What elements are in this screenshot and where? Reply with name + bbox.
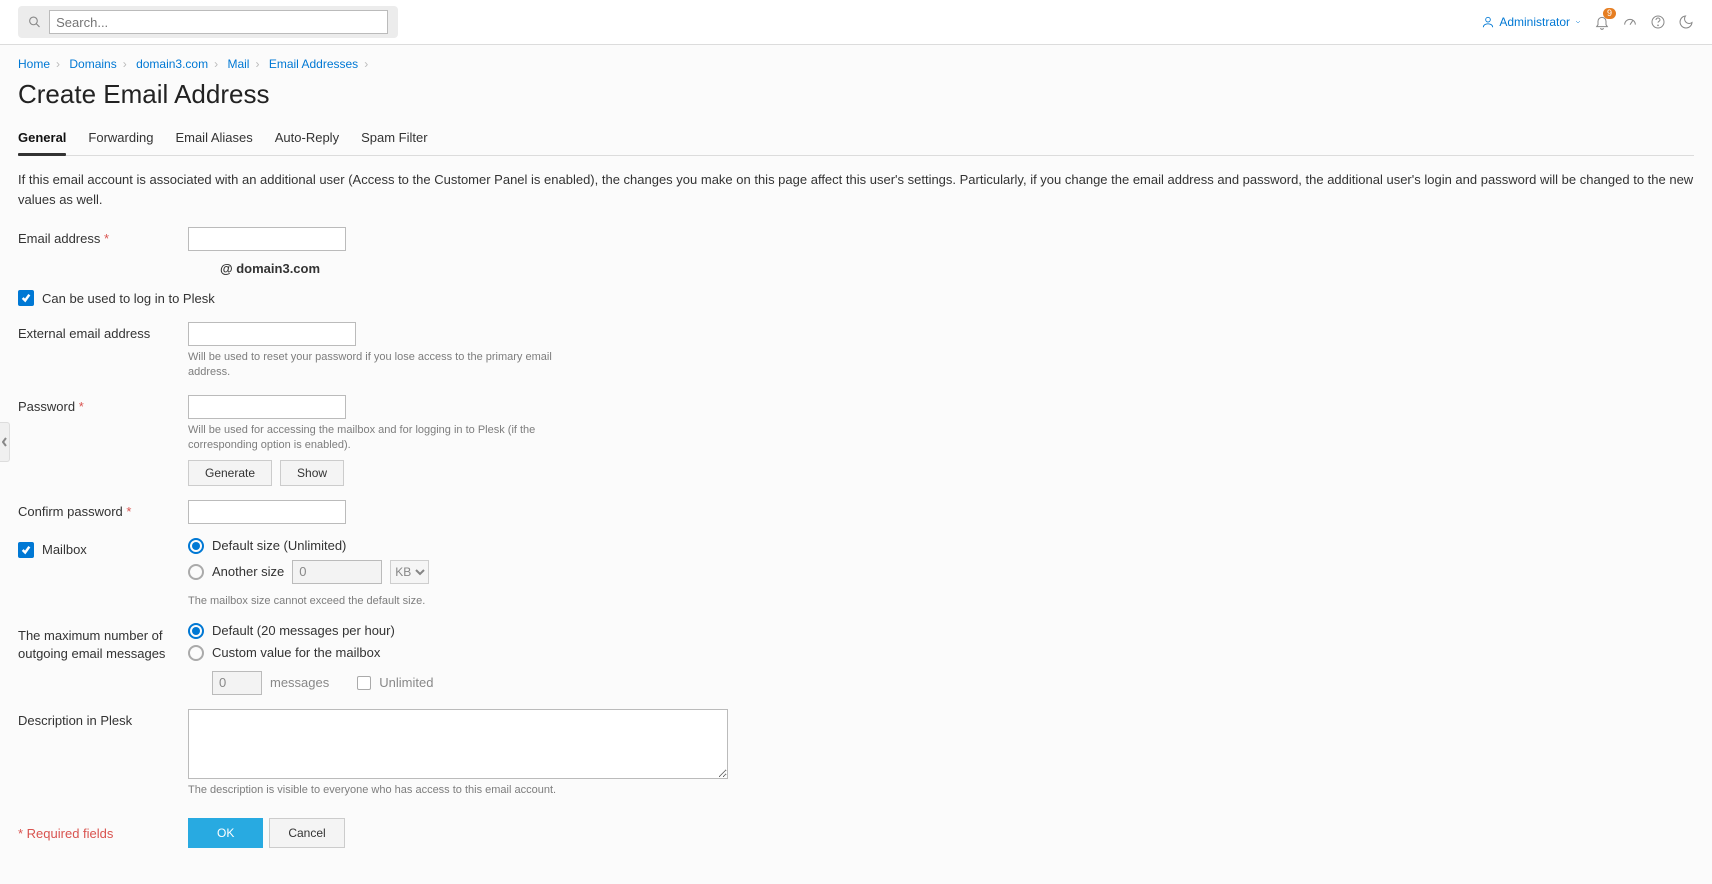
description-hint: The description is visible to everyone w… (188, 783, 568, 798)
mailbox-another-radio[interactable] (188, 564, 204, 580)
check-icon (21, 545, 31, 555)
row-description: Description in Plesk The description is … (18, 709, 1694, 798)
breadcrumb-domain[interactable]: domain3.com (136, 57, 208, 71)
mailbox-another-label: Another size (212, 564, 284, 579)
generate-button[interactable]: Generate (188, 460, 272, 486)
tabs: General Forwarding Email Aliases Auto-Re… (18, 124, 1694, 156)
theme-toggle[interactable] (1678, 14, 1694, 30)
row-outgoing: The maximum number of outgoing email mes… (18, 623, 1694, 695)
notifications-button[interactable]: 9 (1594, 14, 1610, 30)
outgoing-messages-suffix: messages (270, 675, 329, 690)
breadcrumb: Home› Domains› domain3.com› Mail› Email … (18, 57, 1694, 71)
help-button[interactable] (1650, 14, 1666, 30)
breadcrumb-mail[interactable]: Mail (227, 57, 249, 71)
confirm-password-label: Confirm password (18, 504, 123, 519)
unlimited-checkbox[interactable] (357, 676, 371, 690)
row-password: Password * Will be used for accessing th… (18, 395, 1694, 486)
email-label: Email address (18, 231, 100, 246)
mailbox-default-radio[interactable] (188, 538, 204, 554)
description-textarea[interactable] (188, 709, 728, 779)
search-box[interactable] (18, 6, 398, 38)
performance-button[interactable] (1622, 14, 1638, 30)
outgoing-default-radio[interactable] (188, 623, 204, 639)
search-input[interactable] (49, 10, 388, 34)
footer-row: * Required fields OK Cancel (18, 818, 1694, 848)
mailbox-label: Mailbox (42, 542, 87, 557)
row-confirm-password: Confirm password * (18, 500, 1694, 524)
notification-badge: 9 (1603, 8, 1616, 19)
row-login-checkbox: Can be used to log in to Plesk (18, 290, 1694, 306)
unlimited-label: Unlimited (379, 675, 433, 690)
moon-icon (1678, 14, 1694, 30)
cancel-button[interactable]: Cancel (269, 818, 344, 848)
top-bar: Administrator 9 (0, 0, 1712, 45)
external-email-label: External email address (18, 322, 188, 341)
mailbox-default-label: Default size (Unlimited) (212, 538, 346, 553)
mailbox-hint: The mailbox size cannot exceed the defau… (188, 594, 429, 609)
tab-aliases[interactable]: Email Aliases (175, 124, 252, 155)
mailbox-checkbox[interactable] (18, 542, 34, 558)
outgoing-default-label: Default (20 messages per hour) (212, 623, 395, 638)
email-input[interactable] (188, 227, 346, 251)
help-icon (1650, 14, 1666, 30)
sidebar-toggle[interactable] (0, 422, 10, 462)
description-label: Description in Plesk (18, 709, 188, 728)
tab-spam[interactable]: Spam Filter (361, 124, 427, 155)
gauge-icon (1622, 14, 1638, 30)
password-label: Password (18, 399, 75, 414)
mailbox-unit-select[interactable]: KB (390, 560, 429, 584)
required-note: * Required fields (18, 818, 188, 841)
main-content: Home› Domains› domain3.com› Mail› Email … (0, 45, 1712, 878)
password-hint: Will be used for accessing the mailbox a… (188, 423, 568, 454)
outgoing-value-input[interactable] (212, 671, 262, 695)
top-right: Administrator 9 (1481, 14, 1694, 30)
password-input[interactable] (188, 395, 346, 419)
check-icon (21, 293, 31, 303)
user-icon (1481, 15, 1495, 29)
confirm-password-input[interactable] (188, 500, 346, 524)
ok-button[interactable]: OK (188, 818, 263, 848)
page-description: If this email account is associated with… (18, 170, 1694, 209)
breadcrumb-home[interactable]: Home (18, 57, 50, 71)
breadcrumb-domains[interactable]: Domains (69, 57, 116, 71)
tab-autoreply[interactable]: Auto-Reply (275, 124, 339, 155)
user-name: Administrator (1499, 15, 1570, 29)
chevron-down-icon (1574, 18, 1582, 26)
row-email: Email address * @ domain3.com (18, 227, 1694, 276)
search-icon (28, 15, 41, 29)
domain-suffix: @ domain3.com (220, 257, 320, 276)
external-email-input[interactable] (188, 322, 356, 346)
row-external-email: External email address Will be used to r… (18, 322, 1694, 381)
tab-forwarding[interactable]: Forwarding (88, 124, 153, 155)
row-mailbox: Mailbox Default size (Unlimited) Another… (18, 538, 1694, 609)
mailbox-size-input[interactable] (292, 560, 382, 584)
login-checkbox[interactable] (18, 290, 34, 306)
outgoing-label: The maximum number of outgoing email mes… (18, 623, 188, 663)
external-email-hint: Will be used to reset your password if y… (188, 350, 568, 381)
tab-general[interactable]: General (18, 124, 66, 155)
login-checkbox-label: Can be used to log in to Plesk (42, 291, 215, 306)
outgoing-custom-label: Custom value for the mailbox (212, 645, 380, 660)
show-button[interactable]: Show (280, 460, 344, 486)
user-menu[interactable]: Administrator (1481, 15, 1582, 29)
page-title: Create Email Address (18, 79, 1694, 110)
outgoing-custom-radio[interactable] (188, 645, 204, 661)
breadcrumb-emails[interactable]: Email Addresses (269, 57, 358, 71)
